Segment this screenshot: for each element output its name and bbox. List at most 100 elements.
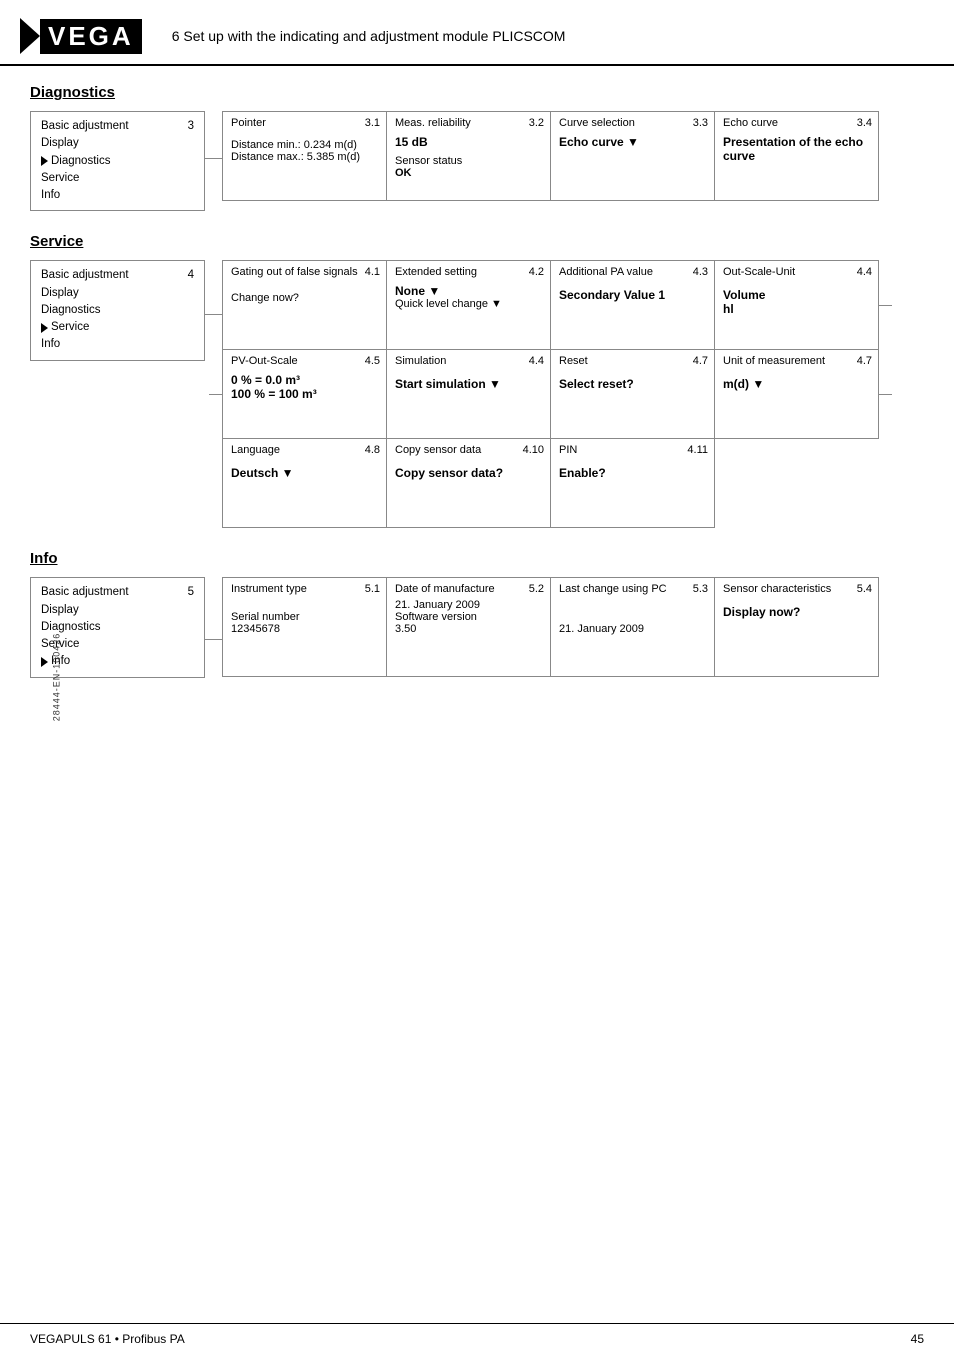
info-menu-item-basic[interactable]: Basic adjustment [41,584,188,601]
logo-triangle-icon [20,18,40,54]
box-number-3-1: 3.1 [365,117,380,129]
service-box-4-11: 4.11 PIN Enable? [550,438,715,528]
service-row-3: 4.8 Language Deutsch ▼ 4.10 Copy sensor … [223,438,879,528]
box-lines-5-2: 21. January 2009 Software version 3.50 [395,599,542,635]
service-title: Service [30,233,924,250]
box-lines-4-4b: Start simulation ▼ [395,377,542,391]
box-label-3-2: Meas. reliability [395,117,542,129]
box-label-4-4: Out-Scale-Unit [723,266,870,278]
box-label-3-4: Echo curve [723,117,870,129]
service-row-2: 4.5 PV-Out-Scale 0 % = 0.0 m³ 100 % = 10… [223,349,879,439]
box-number-4-1: 4.1 [365,266,380,278]
box-number-3-3: 3.3 [693,117,708,129]
box-label-4-7b: Unit of measurement [723,355,870,367]
box-lines-4-3: Secondary Value 1 [559,288,706,302]
logo-text: VEGA [40,19,142,54]
box-label-4-7a: Reset [559,355,706,367]
box-lines-4-5: 0 % = 0.0 m³ 100 % = 100 m³ [231,373,378,401]
side-label: 28444-EN-100426 [51,633,61,722]
menu-item-info[interactable]: Info [41,187,194,204]
diagnostics-box-3-2: 3.2 Meas. reliability 15 dB Sensor statu… [386,111,551,201]
diagnostics-layout: 3 Basic adjustment Display Diagnostics S… [30,111,924,211]
service-box-4-2: 4.2 Extended setting None ▼ Quick level … [386,260,551,350]
menu-item-diagnostics[interactable]: Diagnostics [41,153,194,170]
info-title: Info [30,550,924,567]
svc-menu-item-basic[interactable]: Basic adjustment [41,267,188,284]
footer-right: 45 [911,1332,924,1346]
box-label-5-1: Instrument type [231,583,378,595]
box-number-4-2: 4.2 [529,266,544,278]
info-menu-item-display[interactable]: Display [41,602,194,619]
info-menu-item-service[interactable]: Service [41,636,194,653]
box-label-4-2: Extended setting [395,266,542,278]
box-number-5-4: 5.4 [857,583,872,595]
header: VEGA 6 Set up with the indicating and ad… [0,0,954,66]
service-box-4-5: 4.5 PV-Out-Scale 0 % = 0.0 m³ 100 % = 10… [222,349,387,439]
menu-item-basic[interactable]: Basic adjustment [41,118,188,135]
box-lines-4-8: Deutsch ▼ [231,466,378,480]
box-label-5-3: Last change using PC [559,583,706,595]
box-lines-4-7a: Select reset? [559,377,706,391]
box-value-3-4: Presentation of the echo curve [723,135,870,163]
box-label-4-10: Copy sensor data [395,444,542,456]
svc-menu-item-diagnostics[interactable]: Diagnostics [41,302,194,319]
right-line-4-4 [878,305,892,306]
diagnostics-menu: 3 Basic adjustment Display Diagnostics S… [30,111,205,211]
info-section: Info 5 Basic adjustment Display Diagnost… [30,550,924,677]
box-value-3-2: 15 dB [395,135,542,149]
box-value-3-3: Echo curve ▼ [559,135,706,149]
box-lines-4-2: None ▼ Quick level change ▼ [395,284,542,310]
box-label-4-8: Language [231,444,378,456]
info-box-5-2: 5.2 Date of manufacture 21. January 2009… [386,577,551,677]
info-box-5-1: 5.1 Instrument type Serial number 123456… [222,577,387,677]
menu-item-service[interactable]: Service [41,170,194,187]
box-number-4-5: 4.5 [365,355,380,367]
diagnostics-box-3-1: 3.1 Pointer Distance min.: 0.234 m(d) Di… [222,111,387,201]
diagnostics-box-3-4: 3.4 Echo curve Presentation of the echo … [714,111,879,201]
box-number-4-3: 4.3 [693,266,708,278]
box-lines-4-11: Enable? [559,466,706,480]
box-label-4-4b: Simulation [395,355,542,367]
box-lines-5-1: Serial number 12345678 [231,611,378,635]
box-lines-3-1: Distance min.: 0.234 m(d) Distance max.:… [231,139,378,163]
box-number-5-2: 5.2 [529,583,544,595]
box-number-4-7a: 4.7 [693,355,708,367]
diagnostics-boxes-row: 3.1 Pointer Distance min.: 0.234 m(d) Di… [223,111,879,201]
service-box-4-3: 4.3 Additional PA value Secondary Value … [550,260,715,350]
box-label-4-3: Additional PA value [559,266,706,278]
box-number-5-3: 5.3 [693,583,708,595]
box-number-4-4b: 4.4 [529,355,544,367]
box-number-4-8: 4.8 [365,444,380,456]
info-box-5-4: 5.4 Sensor characteristics Display now? [714,577,879,677]
service-box-4-4b: 4.4 Simulation Start simulation ▼ [386,349,551,439]
info-menu-item-diagnostics[interactable]: Diagnostics [41,619,194,636]
box-label-4-1: Gating out of false signals [231,266,378,278]
svc-arrow-icon [41,323,48,333]
box-number-4-10: 4.10 [523,444,544,456]
box-lines-4-10: Copy sensor data? [395,466,542,480]
svc-menu-item-service[interactable]: Service [41,319,194,336]
box-label-3-1: Pointer [231,117,378,129]
menu-item-display[interactable]: Display [41,135,194,152]
service-box-4-10: 4.10 Copy sensor data Copy sensor data? [386,438,551,528]
box-lines-5-3: 21. January 2009 [559,623,706,635]
service-boxes-grid: 4.1 Gating out of false signals Change n… [223,260,879,528]
box-number-4-4: 4.4 [857,266,872,278]
box-number-4-11: 4.11 [687,444,708,456]
left-line-4-5 [209,394,223,395]
info-menu-item-info[interactable]: Info [41,653,194,670]
svc-menu-item-info[interactable]: Info [41,336,194,353]
diagnostics-section: Diagnostics 3 Basic adjustment Display D… [30,84,924,211]
box-lines-3-2: Sensor status OK [395,155,542,179]
svc-menu-item-display[interactable]: Display [41,285,194,302]
box-number-4-7b: 4.7 [857,355,872,367]
service-menu: 4 Basic adjustment Display Diagnostics S… [30,260,205,360]
info-h-connector [205,639,223,640]
box-lines-4-7b: m(d) ▼ [723,377,870,391]
info-arrow-icon [41,657,48,667]
right-line-4-7b [878,394,892,395]
box-number-5-1: 5.1 [365,583,380,595]
box-label-5-2: Date of manufacture [395,583,542,595]
service-box-4-7b: 4.7 Unit of measurement m(d) ▼ [714,349,879,439]
service-row-1: 4.1 Gating out of false signals Change n… [223,260,879,350]
